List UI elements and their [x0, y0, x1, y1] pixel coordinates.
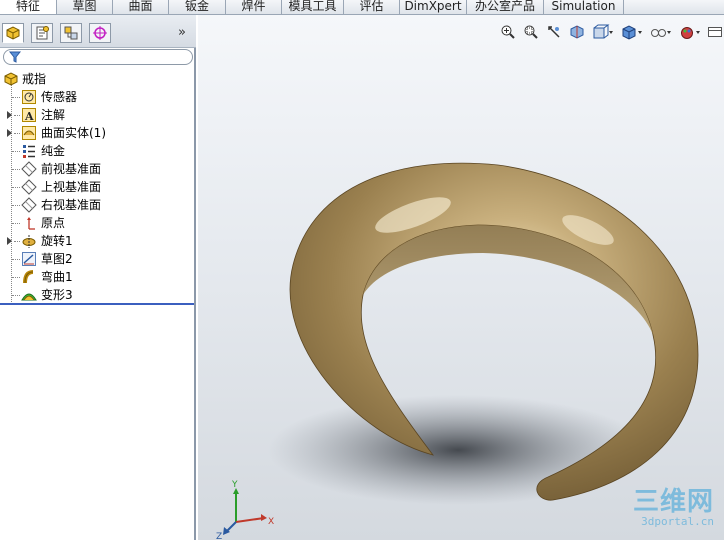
tree-item-material[interactable]: 纯金 — [0, 142, 196, 160]
tab-office-products[interactable]: 办公室产品 — [467, 0, 544, 14]
tree-item-origin[interactable]: 原点 — [0, 214, 196, 232]
tree-item-deform[interactable]: 变形3 — [0, 286, 196, 304]
tree-item-annotations[interactable]: A 注解 — [0, 106, 196, 124]
deform-icon — [21, 287, 37, 303]
panel-tabs: » — [0, 15, 196, 48]
expand-arrow-icon[interactable] — [7, 111, 12, 119]
revolve-icon — [21, 233, 37, 249]
tree-item-sketch[interactable]: 草图2 — [0, 250, 196, 268]
tree-item-sensors[interactable]: 传感器 — [0, 88, 196, 106]
rollback-bar[interactable] — [0, 303, 194, 305]
triad-x-label: X — [268, 517, 274, 527]
feature-manager-panel: » 戒指 传感器 A 注解 曲面实体(1) 纯金 前视基准面 上视基准面 右视基… — [0, 15, 196, 540]
tree-item-top-plane[interactable]: 上视基准面 — [0, 178, 196, 196]
annotation-icon: A — [21, 107, 37, 123]
surface-bodies-icon — [21, 125, 37, 141]
tree-item-revolve[interactable]: 旋转1 — [0, 232, 196, 250]
filter-icon — [8, 51, 22, 66]
tree-item-front-plane[interactable]: 前视基准面 — [0, 160, 196, 178]
plane-icon — [21, 161, 37, 177]
tab-dimxpert[interactable]: DimXpert — [400, 0, 467, 14]
tree-item-surface-bodies[interactable]: 曲面实体(1) — [0, 124, 196, 142]
tree-item-right-plane[interactable]: 右视基准面 — [0, 196, 196, 214]
expand-arrow-icon[interactable] — [7, 129, 12, 137]
command-manager-tabs: 特征 草图 曲面 钣金 焊件 模具工具 评估 DimXpert 办公室产品 Si… — [0, 0, 724, 15]
axis-triad: Y X Z — [216, 480, 274, 540]
plane-icon — [21, 197, 37, 213]
tab-sheet-metal[interactable]: 钣金 — [169, 0, 226, 14]
filter-input[interactable] — [3, 49, 193, 65]
dimxpert-manager-icon[interactable] — [89, 23, 111, 43]
watermark-logo: 三维网 — [632, 487, 714, 517]
expand-chevron-icon[interactable]: » — [178, 25, 186, 40]
triad-y-label: Y — [231, 480, 238, 490]
property-manager-icon[interactable] — [31, 23, 53, 43]
tab-surfaces[interactable]: 曲面 — [113, 0, 169, 14]
tree-root-label: 戒指 — [22, 72, 47, 86]
configuration-manager-icon[interactable] — [60, 23, 82, 43]
flex-icon — [21, 269, 37, 285]
part-icon — [3, 71, 19, 87]
tab-simulation[interactable]: Simulation — [544, 0, 624, 14]
feature-manager-icon[interactable] — [2, 23, 24, 43]
tree-root[interactable]: 戒指 — [0, 70, 196, 88]
tab-evaluate[interactable]: 评估 — [344, 0, 400, 14]
sketch-icon — [21, 251, 37, 267]
triad-z-label: Z — [216, 532, 222, 540]
plane-icon — [21, 179, 37, 195]
svg-text:A: A — [24, 110, 34, 123]
tab-sketch[interactable]: 草图 — [57, 0, 113, 14]
origin-icon — [21, 215, 37, 231]
graphics-area[interactable]: Y X Z 三维网 3dportal.cn — [198, 15, 724, 540]
tree-item-flex[interactable]: 弯曲1 — [0, 268, 196, 286]
tab-mold-tools[interactable]: 模具工具 — [282, 0, 344, 14]
watermark-url: 3dportal.cn — [641, 515, 714, 528]
tab-weldments[interactable]: 焊件 — [226, 0, 282, 14]
watermark: 三维网 3dportal.cn — [633, 489, 714, 528]
material-icon — [21, 143, 37, 159]
sensor-icon — [21, 89, 37, 105]
expand-arrow-icon[interactable] — [7, 237, 12, 245]
ring-model[interactable] — [198, 15, 724, 540]
tab-features[interactable]: 特征 — [0, 0, 57, 14]
